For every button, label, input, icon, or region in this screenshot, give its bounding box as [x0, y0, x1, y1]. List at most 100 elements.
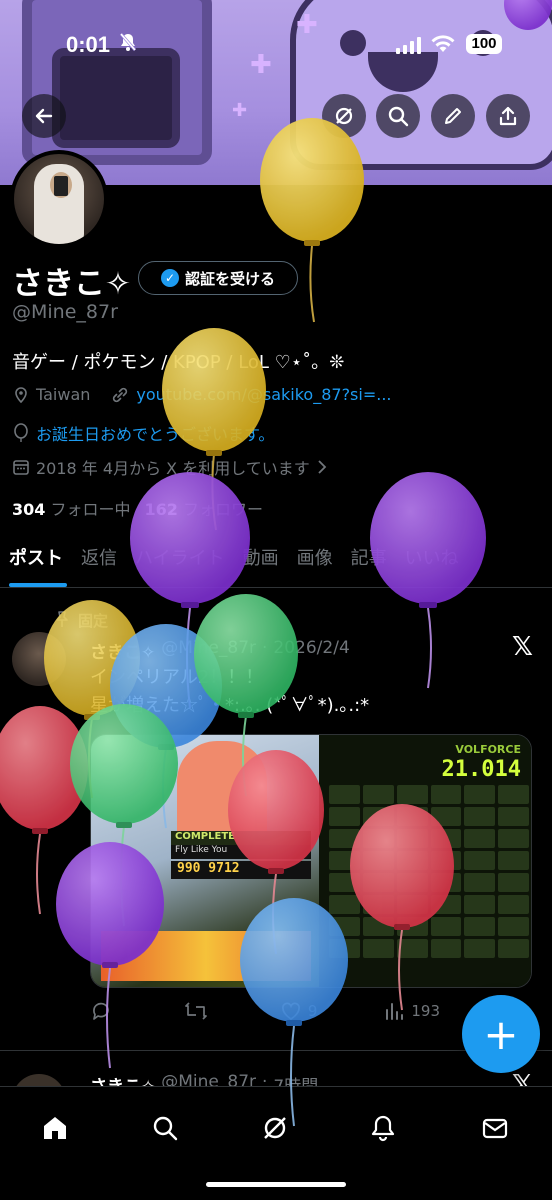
tweet-header: さきこ✧ @Mine_87r · 2026/2/4 [90, 638, 350, 663]
birthday-message: お誕生日おめでとうございます。 [36, 425, 275, 444]
back-button[interactable] [22, 94, 66, 138]
tab-highlights[interactable]: ハイライト [126, 538, 234, 587]
like-count: 9 [307, 1002, 318, 1020]
followers-label: フォロワー [183, 500, 264, 519]
search-icon [153, 1116, 178, 1141]
media-result-label: COMPLETE [171, 831, 311, 845]
search-icon [388, 106, 409, 127]
media-song-title: Fly Like You [171, 845, 311, 859]
profile-location: Taiwan [36, 385, 91, 404]
balloon-icon [0, 706, 88, 915]
status-bar: 0:01 100 [0, 0, 552, 90]
views-button[interactable]: 193 [383, 1000, 440, 1022]
nav-notifications[interactable] [356, 1101, 410, 1155]
profile-tabs: ポスト 返信 ハイライト 動画 画像 記事 いいね [0, 538, 552, 588]
plus-icon: + [483, 1009, 519, 1059]
like-button[interactable]: 9 [280, 1000, 318, 1022]
followers-count: 162 [144, 500, 178, 519]
chevron-right-icon [318, 460, 327, 474]
tweet-author-name[interactable]: さきこ✧ [90, 638, 155, 663]
bell-icon [371, 1115, 395, 1142]
arrow-left-icon [35, 108, 53, 124]
sparkle-icon: ✚ [232, 100, 248, 121]
separator-dot: · [262, 638, 268, 658]
nav-search[interactable] [138, 1101, 192, 1155]
profile-link[interactable]: youtube.com/@sakiko_87?si=... [136, 385, 391, 404]
nav-grok[interactable] [248, 1101, 302, 1155]
profile-bio: 音ゲー / ポケモン / KPOP / LoL ♡⋆˚。❊ [12, 352, 345, 373]
pinned-indicator: 固定 [54, 610, 108, 631]
tab-replies[interactable]: 返信 [72, 538, 126, 587]
birthday-row: お誕生日おめでとうございます。 [12, 421, 274, 445]
media-character [177, 741, 267, 841]
joined-row[interactable]: 2018 年 4月から X を利用しています [12, 455, 328, 479]
joined-date: 2018 年 4月から X を利用しています [36, 459, 310, 478]
tab-images[interactable]: 画像 [288, 538, 342, 587]
following-link[interactable]: 304 フォロー中 [12, 496, 131, 520]
tweet-text-line: インペリアル2！！！ [90, 667, 264, 688]
repost-button[interactable] [184, 1000, 214, 1022]
reply-button[interactable] [90, 1000, 118, 1022]
followers-link[interactable]: 162 フォロワー [145, 496, 264, 520]
media-vf-score: 21.014 [441, 757, 521, 782]
tab-posts[interactable]: ポスト [0, 538, 72, 587]
media-score: 990 9712 [171, 861, 311, 879]
get-verified-label: 認証を受ける [184, 269, 275, 288]
media-chain-bar [101, 931, 311, 981]
tweet-avatar[interactable] [12, 632, 66, 686]
media-vf-label: VOLFORCE [455, 743, 521, 756]
bell-slash-icon [118, 32, 138, 56]
view-count: 193 [411, 1002, 440, 1020]
compose-button[interactable]: + [462, 995, 540, 1073]
media-volforce-panel: VOLFORCE 21.014 [319, 735, 531, 987]
balloon-icon [14, 423, 28, 442]
media-gameplay-panel: COMPLETE Fly Like You 990 9712 [91, 735, 319, 987]
search-button[interactable] [376, 94, 420, 138]
home-icon [44, 1117, 66, 1139]
tweet-actions: 9 193 [90, 1000, 440, 1022]
tweet-author-handle: @Mine_87r [161, 638, 256, 658]
wifi-icon [430, 34, 456, 58]
pencil-icon [445, 108, 461, 124]
following-label: フォロー中 [50, 500, 131, 519]
following-count: 304 [12, 500, 46, 519]
pinned-label: 固定 [78, 612, 109, 630]
grok-icon [264, 1117, 286, 1139]
nav-home[interactable] [28, 1101, 82, 1155]
tweet-media-image[interactable]: COMPLETE Fly Like You 990 9712 VOLFORCE … [90, 734, 532, 988]
tab-likes[interactable]: いいね [396, 538, 468, 587]
profile-meta-row: Taiwan youtube.com/@sakiko_87?si=... [12, 385, 392, 404]
cellular-signal-icon [396, 36, 421, 54]
tweet-text-line: 星が増えた☆ﾟ・*:.｡. (*ﾟ∀ﾟ*).｡.:* [90, 695, 370, 716]
avatar-phone [54, 176, 68, 196]
edit-profile-button[interactable] [431, 94, 475, 138]
tweet-date[interactable]: 2026/2/4 [273, 638, 349, 663]
verified-badge-icon: ✓ [160, 269, 179, 287]
pin-icon [56, 611, 68, 627]
analytics-icon [386, 1003, 404, 1020]
nav-messages[interactable] [468, 1101, 522, 1155]
display-name: さきこ✧ [12, 266, 131, 302]
tab-videos[interactable]: 動画 [234, 538, 288, 587]
repost-icon [185, 1002, 207, 1020]
grok-button[interactable] [322, 94, 366, 138]
reply-icon [93, 1002, 109, 1020]
share-button[interactable] [486, 94, 530, 138]
x-logo-icon: 𝕏 [512, 632, 533, 662]
profile-avatar[interactable] [10, 150, 108, 248]
status-time: 0:01 [66, 32, 111, 57]
battery-indicator: 100 [466, 34, 502, 54]
location-pin-icon [15, 386, 27, 403]
home-indicator [206, 1182, 346, 1187]
media-song-grid [329, 785, 529, 987]
follow-stats: 304 フォロー中 162 フォロワー [12, 496, 263, 520]
get-verified-button[interactable]: ✓ 認証を受ける [138, 261, 298, 295]
mail-icon [482, 1118, 508, 1139]
link-icon [113, 387, 128, 402]
tab-articles[interactable]: 記事 [342, 538, 396, 587]
profile-handle: @Mine_87r [12, 301, 118, 323]
calendar-icon [13, 460, 29, 475]
grok-icon [335, 107, 353, 125]
tweet-text: インペリアル2！！！ 星が増えた☆ﾟ・*:.｡. (*ﾟ∀ﾟ*).｡.:* [90, 664, 520, 720]
heart-icon [281, 1002, 300, 1021]
